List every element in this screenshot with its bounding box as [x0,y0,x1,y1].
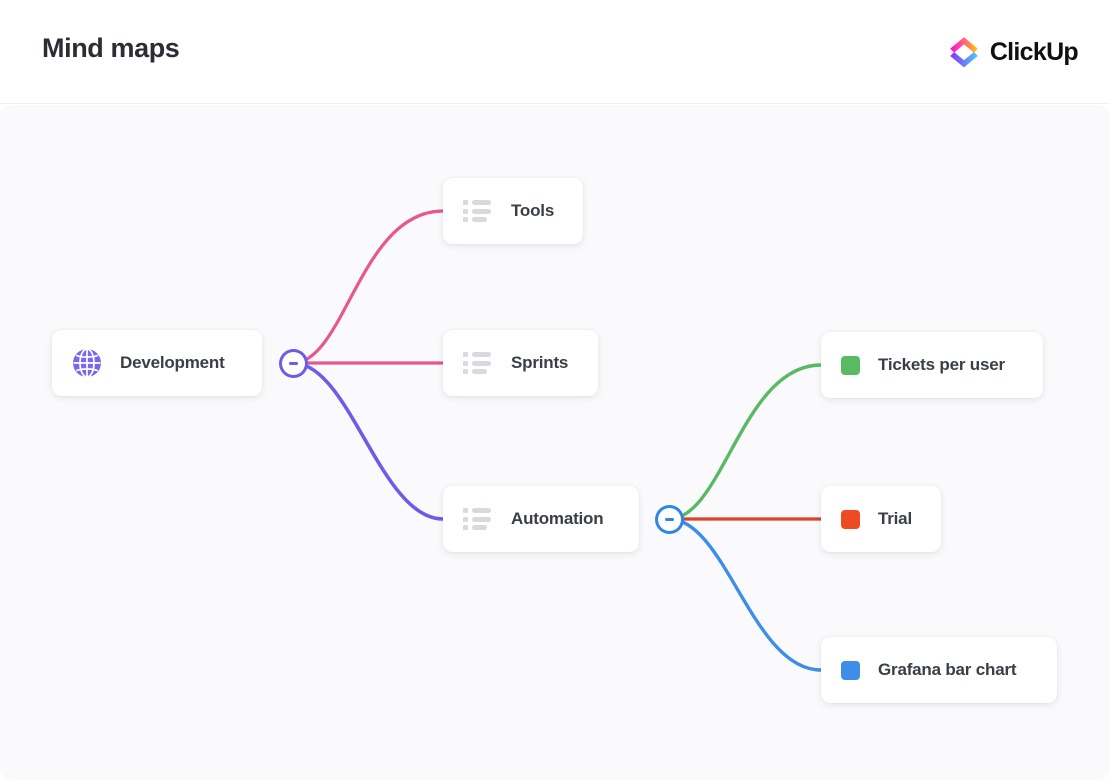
edge-development-automation [291,361,445,521]
mindmap-canvas[interactable]: Development Tools Sprints Automation Tic… [0,105,1110,780]
blue-square-icon [841,660,860,680]
mindmap-node-tools[interactable]: Tools [443,178,583,244]
clickup-chevron-logo-icon [950,37,978,68]
page-title: Mind maps [42,33,180,63]
list-icon [463,352,493,374]
mindmap-node-tickets-per-user[interactable]: Tickets per user [821,332,1043,398]
red-square-icon [841,509,860,529]
mindmap-node-sprints[interactable]: Sprints [443,330,598,396]
clickup-wordmark: ClickUp [989,37,1079,66]
mindmap-node-label: Development [120,353,225,372]
mindmap-node-automation[interactable]: Automation [443,486,639,552]
collapse-toggle-automation[interactable] [658,508,681,531]
edge-automation-grafana [667,517,823,672]
green-square-icon [841,355,860,375]
collapse-toggle-development[interactable] [282,352,305,375]
edge-automation-tickets [667,363,823,521]
mindmap-node-development[interactable]: Development [52,330,262,396]
mindmap-node-label: Trial [878,509,912,528]
clickup-logo: ClickUp [947,33,1079,71]
minus-icon [289,362,298,365]
minus-icon [665,518,674,521]
mindmap-node-label: Grafana bar chart [878,660,1017,679]
mindmap-node-grafana-bar-chart[interactable]: Grafana bar chart [821,637,1057,703]
edge-development-tools [291,209,445,365]
mindmap-node-label: Tickets per user [878,355,1005,374]
mindmap-node-label: Sprints [511,353,569,372]
list-icon [463,200,493,222]
mindmap-node-trial[interactable]: Trial [821,486,941,552]
mindmap-node-label: Automation [511,509,604,528]
mindmap-node-label: Tools [511,201,555,220]
list-icon [463,508,493,530]
page-header: Mind maps ClickUp [0,0,1110,104]
globe-icon [73,348,101,378]
